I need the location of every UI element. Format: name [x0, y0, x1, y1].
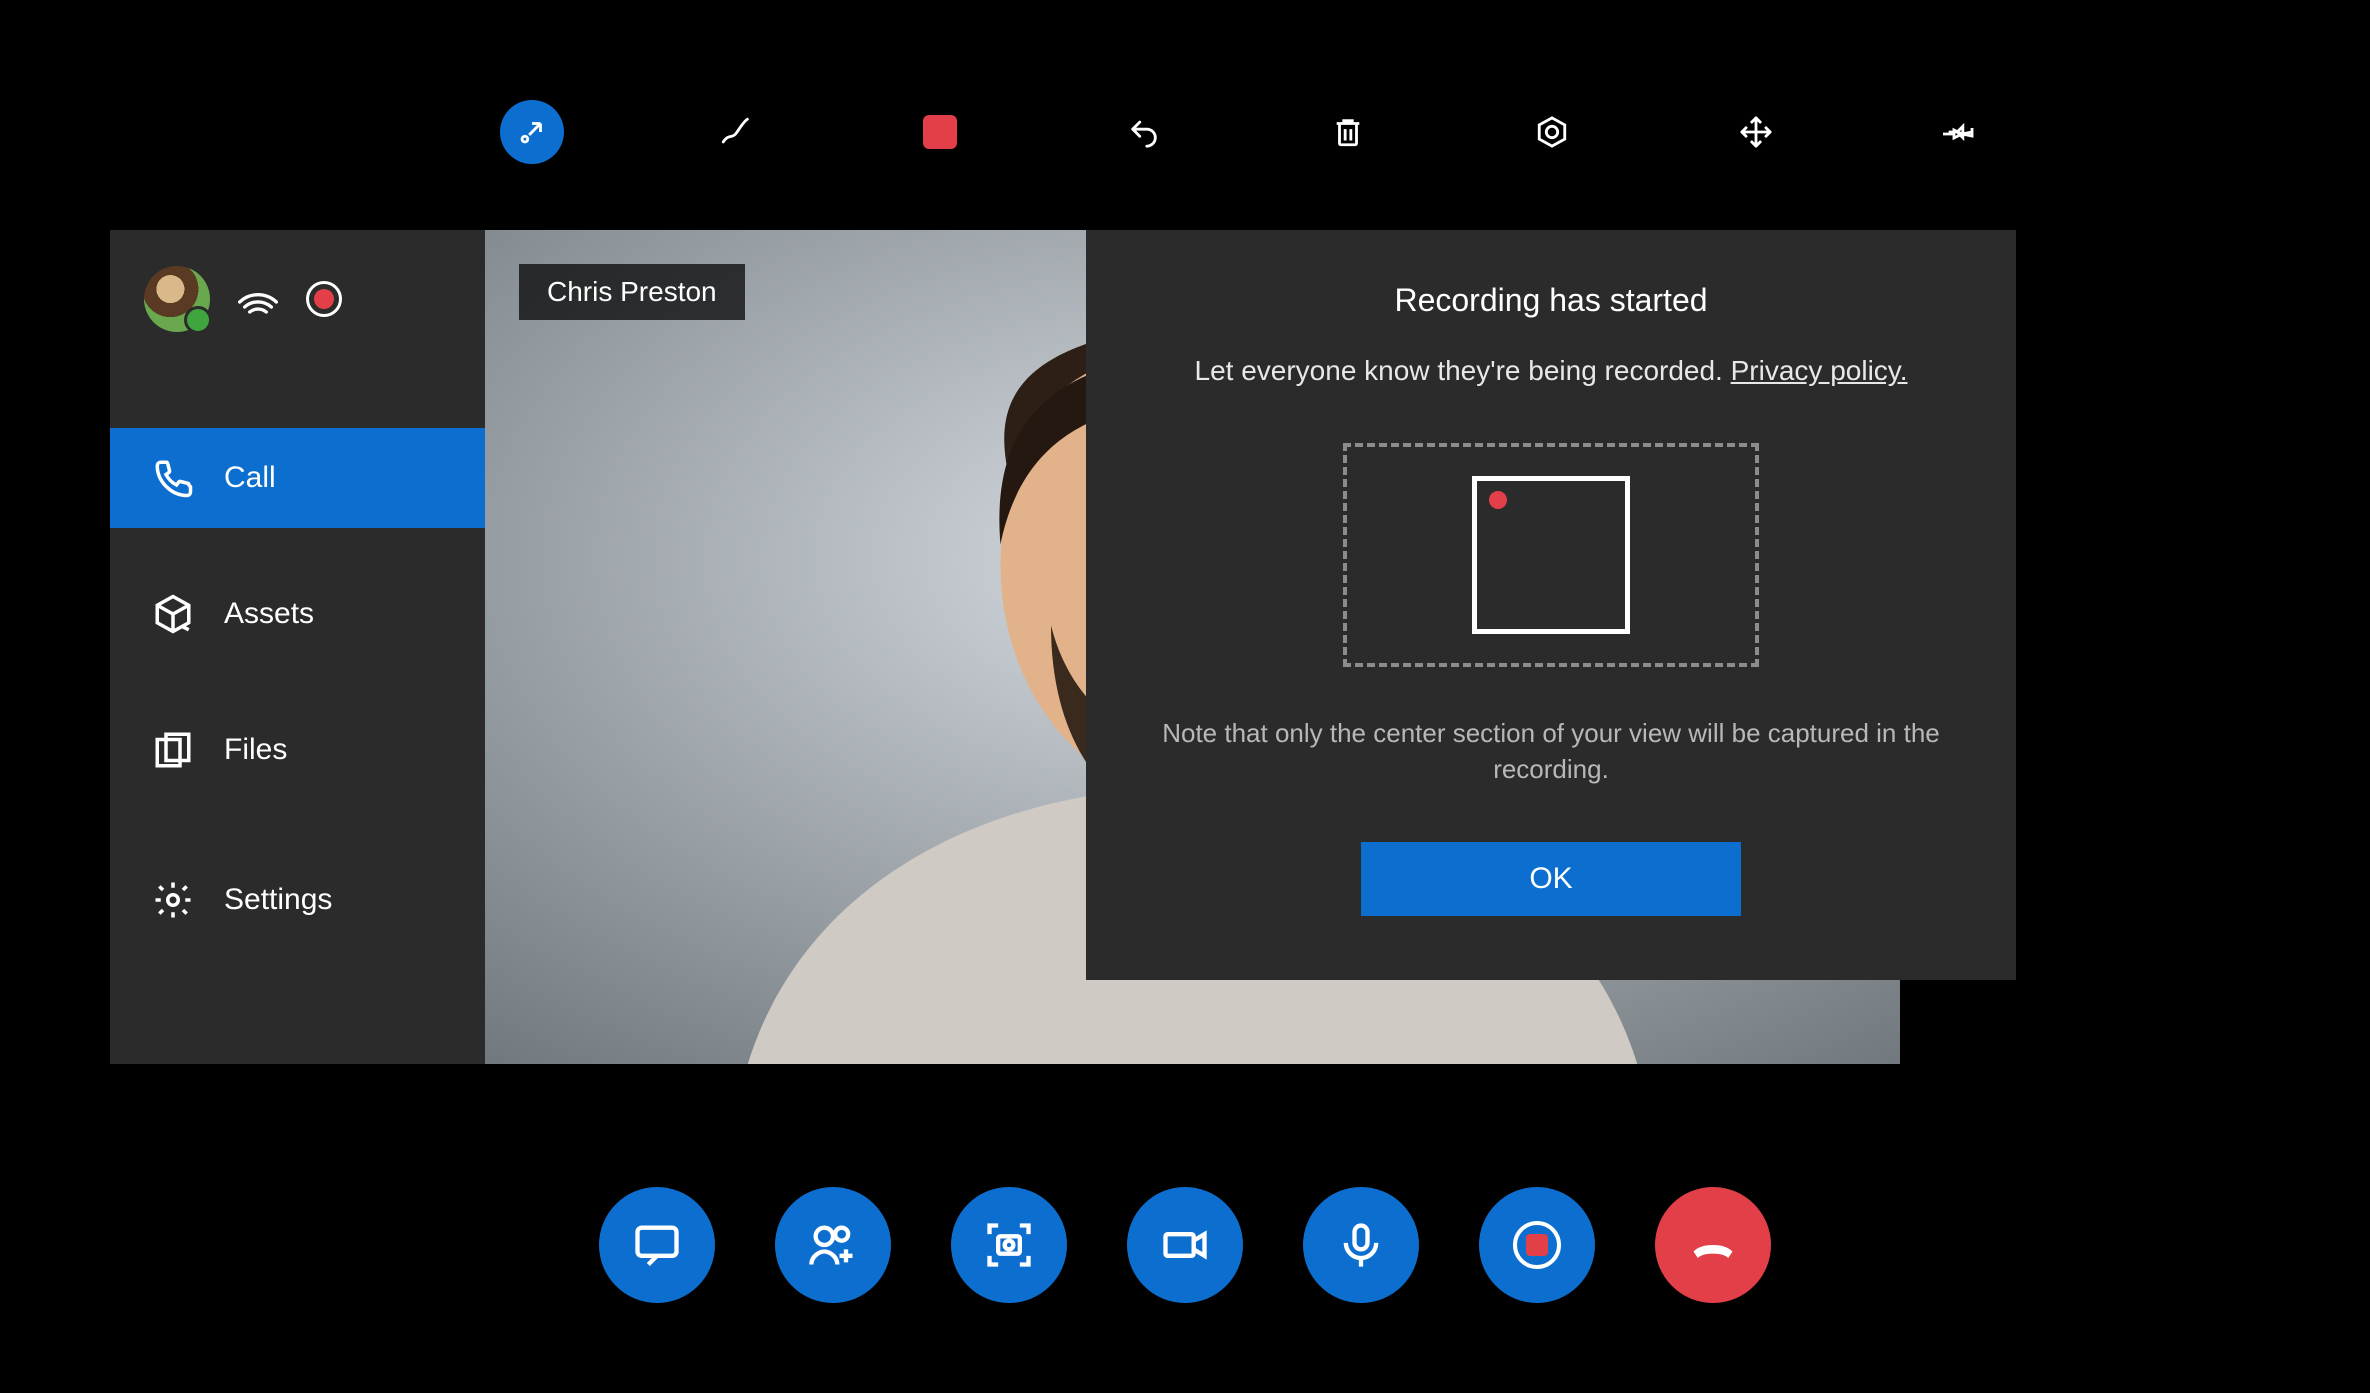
capture-area-diagram	[1343, 443, 1759, 667]
undo-icon[interactable]	[1112, 100, 1176, 164]
participant-name: Chris Preston	[547, 276, 717, 307]
ok-button-label: OK	[1529, 862, 1572, 896]
capture-center-box	[1472, 476, 1630, 634]
sidebar-header	[110, 230, 485, 368]
sidebar-item-label: Call	[224, 461, 276, 495]
call-controls	[599, 1187, 1771, 1303]
recording-dot-icon	[1489, 491, 1507, 509]
sidebar-item-call[interactable]: Call	[110, 428, 485, 528]
record-toggle-button[interactable]	[1479, 1187, 1595, 1303]
trash-icon[interactable]	[1316, 100, 1380, 164]
participant-name-tag: Chris Preston	[519, 264, 745, 320]
recording-indicator-icon	[306, 281, 342, 317]
end-call-button[interactable]	[1655, 1187, 1771, 1303]
connection-icon	[238, 277, 278, 322]
pin-icon[interactable]	[1928, 100, 1992, 164]
privacy-policy-link[interactable]: Privacy policy.	[1731, 355, 1908, 386]
sidebar-nav: Call Assets Files	[110, 428, 485, 950]
dialog-message-text: Let everyone know they're being recorded…	[1195, 355, 1731, 386]
avatar[interactable]	[144, 266, 210, 332]
sidebar-item-label: Files	[224, 733, 287, 767]
camera-capture-button[interactable]	[951, 1187, 1067, 1303]
sidebar: Call Assets Files	[110, 230, 485, 1064]
target-icon[interactable]	[1520, 100, 1584, 164]
dialog-title: Recording has started	[1150, 282, 1952, 319]
stop-record-icon[interactable]	[908, 100, 972, 164]
add-people-button[interactable]	[775, 1187, 891, 1303]
video-toggle-button[interactable]	[1127, 1187, 1243, 1303]
sidebar-item-label: Settings	[224, 883, 332, 917]
microphone-toggle-button[interactable]	[1303, 1187, 1419, 1303]
sidebar-item-label: Assets	[224, 597, 314, 631]
ok-button[interactable]: OK	[1361, 842, 1741, 916]
dialog-message: Let everyone know they're being recorded…	[1150, 355, 1952, 387]
sidebar-item-files[interactable]: Files	[110, 700, 485, 800]
dialog-note: Note that only the center section of you…	[1150, 715, 1952, 788]
top-toolbar	[500, 100, 1992, 164]
move-icon[interactable]	[1724, 100, 1788, 164]
record-icon	[1513, 1221, 1561, 1269]
chat-button[interactable]	[599, 1187, 715, 1303]
collapse-icon[interactable]	[500, 100, 564, 164]
ink-icon[interactable]	[704, 100, 768, 164]
sidebar-item-settings[interactable]: Settings	[110, 850, 485, 950]
recording-dialog: Recording has started Let everyone know …	[1086, 230, 2016, 980]
sidebar-item-assets[interactable]: Assets	[110, 564, 485, 664]
